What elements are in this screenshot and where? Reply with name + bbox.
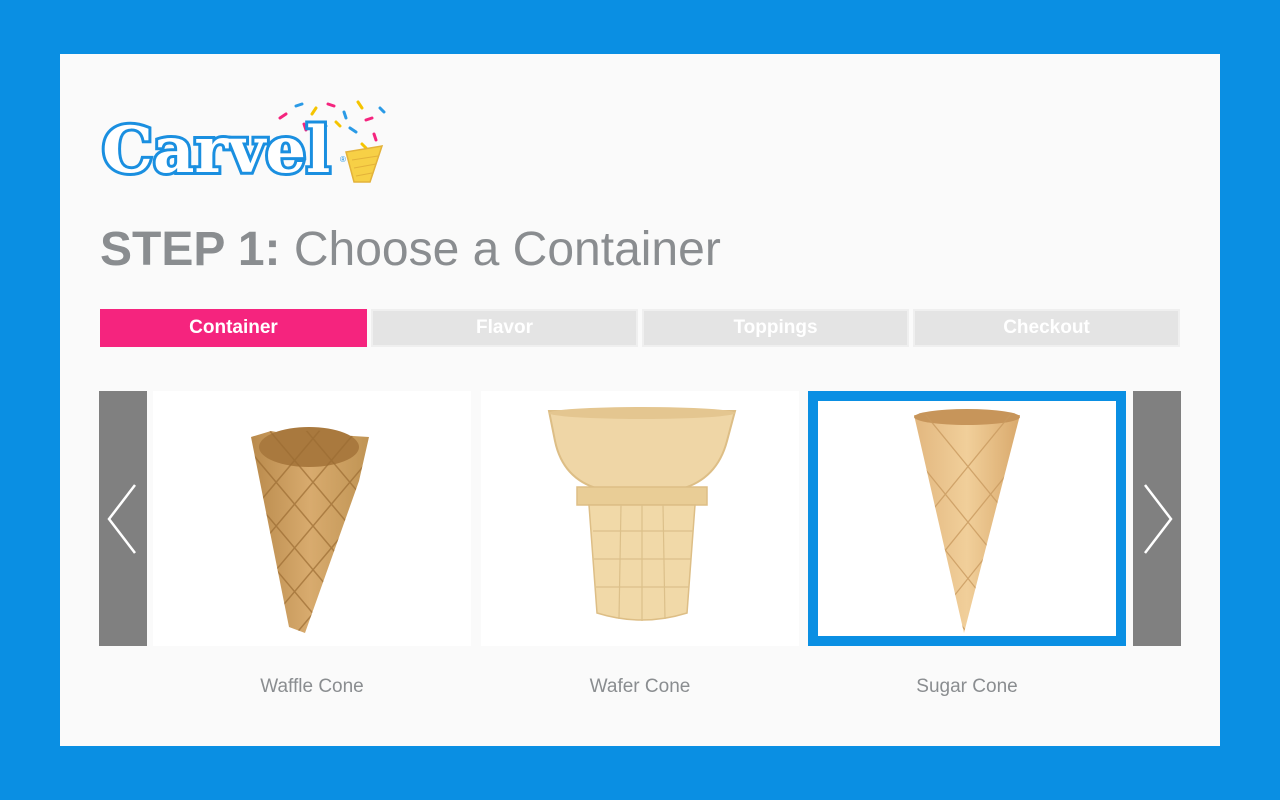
step-number: STEP 1: [100, 223, 281, 276]
tab-checkout[interactable]: Checkout [913, 309, 1180, 347]
container-label-sugar-cone: Sugar Cone [916, 676, 1018, 697]
carousel-prev-button[interactable] [99, 391, 147, 646]
sugar-cone-image [914, 409, 1020, 633]
logo-wordmark: Carvel [102, 113, 330, 188]
step-title: Choose a Container [293, 223, 721, 276]
waffle-cone-image [251, 427, 369, 633]
container-label-waffle-cone: Waffle Cone [260, 676, 364, 697]
progress-tabs: Container Flavor Toppings Checkout [100, 309, 1180, 347]
page-title: STEP 1: Choose a Container [100, 226, 721, 274]
container-card-sugar-cone[interactable] [808, 391, 1126, 646]
container-card-waffle-cone[interactable] [153, 391, 471, 646]
chevron-right-icon [1144, 483, 1173, 554]
tab-toppings[interactable]: Toppings [642, 309, 909, 347]
tab-flavor[interactable]: Flavor [371, 309, 638, 347]
container-label-wafer-cone: Wafer Cone [589, 676, 691, 697]
wafer-cone-image [547, 407, 737, 621]
svg-text:®: ® [340, 155, 346, 164]
chevron-left-icon [107, 483, 136, 554]
container-card-wafer-cone[interactable] [481, 391, 799, 646]
carvel-logo: Carvel ® [100, 98, 390, 194]
main-panel: Carvel ® STEP 1: Choose a Container Cont… [60, 54, 1220, 746]
carousel-next-button[interactable] [1133, 391, 1181, 646]
tab-container[interactable]: Container [100, 309, 367, 347]
